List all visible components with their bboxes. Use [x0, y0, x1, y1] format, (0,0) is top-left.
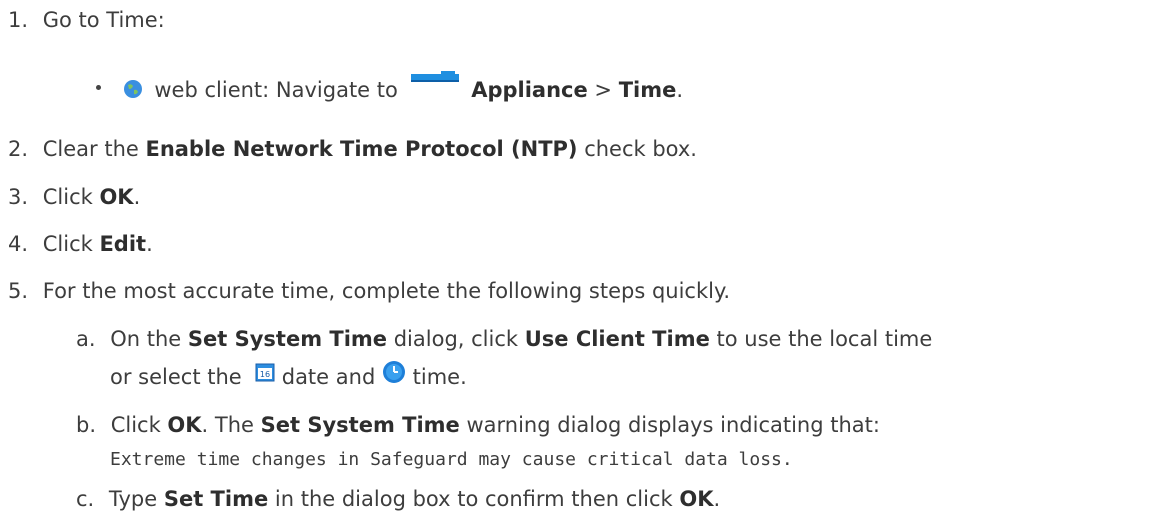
- substep-text: .: [713, 487, 721, 511]
- substep-text: Click: [110, 413, 168, 437]
- substep-text: date and: [275, 365, 382, 389]
- substep-text: in the dialog box to confirm then click: [268, 487, 680, 511]
- step-text-pre: Click: [42, 185, 100, 209]
- substep-letter: b.: [76, 413, 97, 437]
- calendar-icon: 16: [255, 362, 275, 382]
- substep-text: warning dialog displays indicating that:: [459, 413, 880, 437]
- set-time-label: Set Time: [163, 487, 269, 511]
- edit-label: Edit: [99, 232, 147, 256]
- period: .: [676, 78, 684, 102]
- step-number: 3.: [8, 185, 29, 209]
- bullet-text: web client: Navigate to: [154, 78, 405, 102]
- step-number: 1.: [8, 8, 29, 32]
- substep-text: to use the local time: [709, 327, 933, 351]
- step-1-bullet: web client: Navigate to Appliance > Time…: [96, 71, 684, 102]
- step-5: 5. For the most accurate time, complete …: [8, 279, 730, 303]
- time-link: Time: [618, 78, 677, 102]
- substep-text: or select the: [110, 365, 249, 389]
- svg-text:16: 16: [260, 370, 270, 379]
- appliance-icon: [410, 71, 459, 91]
- step-number: 2.: [8, 137, 29, 161]
- substep-letter: c.: [76, 487, 95, 511]
- substep-text: Type: [108, 487, 164, 511]
- step-text: Go to Time:: [42, 8, 165, 32]
- step-number: 5.: [8, 279, 29, 303]
- substep-a: a. On the Set System Time dialog, click …: [76, 327, 932, 351]
- step-text: For the most accurate time, complete the…: [42, 279, 731, 303]
- separator: >: [587, 78, 619, 102]
- step-3: 3. Click OK.: [8, 185, 140, 209]
- step-text-pre: Clear the: [42, 137, 146, 161]
- set-system-time-label: Set System Time: [260, 413, 460, 437]
- step-text-pre: Click: [42, 232, 100, 256]
- ntp-label: Enable Network Time Protocol (NTP): [145, 137, 578, 161]
- substep-text: time.: [405, 365, 467, 389]
- ok-label: OK: [99, 185, 134, 209]
- step-2: 2. Clear the Enable Network Time Protoco…: [8, 137, 697, 161]
- substep-b: b. Click OK. The Set System Time warning…: [76, 413, 880, 437]
- step-4: 4. Click Edit.: [8, 232, 153, 256]
- clock-icon: [382, 360, 406, 384]
- bullet-dot: [96, 84, 101, 90]
- step-text-post: .: [133, 185, 141, 209]
- step-1: 1. Go to Time:: [8, 8, 165, 32]
- set-system-time-label: Set System Time: [187, 327, 388, 351]
- step-text-post: check box.: [577, 137, 697, 161]
- ok-label: OK: [167, 413, 202, 437]
- step-number: 4.: [8, 232, 29, 256]
- appliance-link: Appliance: [471, 78, 588, 102]
- substep-text: dialog, click: [387, 327, 525, 351]
- use-client-time-label: Use Client Time: [524, 327, 710, 351]
- substep-text: . The: [201, 413, 261, 437]
- substep-c: c. Type Set Time in the dialog box to co…: [76, 487, 720, 511]
- ok-label: OK: [679, 487, 714, 511]
- substep-letter: a.: [76, 327, 96, 351]
- globe-icon: [122, 78, 144, 100]
- substep-a-line2: or select the 16 date and time.: [110, 361, 467, 390]
- step-text-post: .: [146, 232, 153, 256]
- warning-message: Extreme time changes in Safeguard may ca…: [110, 449, 793, 470]
- substep-text: On the: [110, 327, 188, 351]
